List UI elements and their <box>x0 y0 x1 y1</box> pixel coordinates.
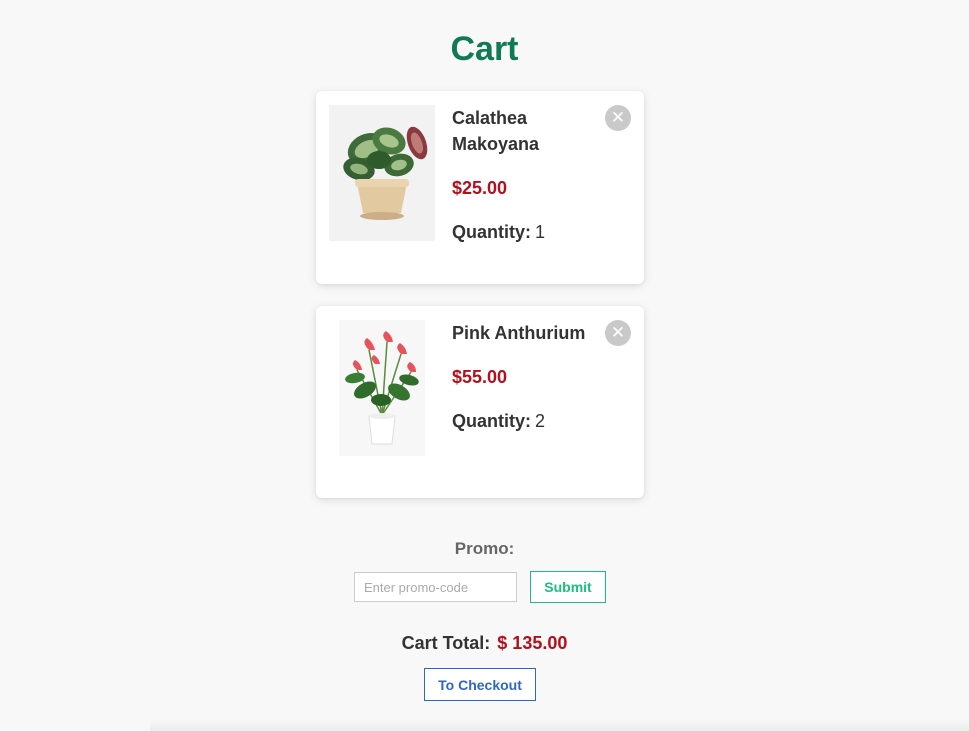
close-icon: ✕ <box>610 108 626 127</box>
cart-item: Pink Anthurium $55.00 Quantity: 2 ✕ <box>316 306 644 498</box>
item-price: $55.00 <box>452 367 508 387</box>
item-name: Calathea Makoyana <box>452 108 540 154</box>
remove-item-button[interactable]: ✕ <box>605 320 631 346</box>
close-icon: ✕ <box>610 323 626 342</box>
promo-code-input[interactable] <box>354 572 517 602</box>
quantity-label: Quantity: <box>452 411 531 431</box>
anthurium-plant-image <box>329 320 435 456</box>
promo-label: Promo: <box>454 539 515 558</box>
footer-shadow <box>150 719 969 731</box>
quantity-label: Quantity: <box>452 222 531 242</box>
cart-total-amount: $ 135.00 <box>497 633 568 653</box>
cart-page: Cart Calathea Makoyana $25.00 Quantity: … <box>0 0 969 731</box>
item-details: Calathea Makoyana $25.00 Quantity: 1 <box>452 105 592 245</box>
item-details: Pink Anthurium $55.00 Quantity: 2 <box>452 320 592 434</box>
item-price: $25.00 <box>452 178 508 198</box>
submit-promo-button[interactable]: Submit <box>530 571 606 603</box>
remove-item-button[interactable]: ✕ <box>605 105 631 131</box>
cart-total: Cart Total: $ 135.00 <box>0 631 969 655</box>
cart-item: Calathea Makoyana $25.00 Quantity: 1 ✕ <box>316 91 644 284</box>
quantity-value: 2 <box>535 411 546 431</box>
item-quantity: Quantity: 2 <box>452 408 592 434</box>
item-name: Pink Anthurium <box>452 323 586 343</box>
calathea-plant-image <box>329 105 435 241</box>
quantity-value: 1 <box>535 222 546 242</box>
item-quantity: Quantity: 1 <box>452 219 592 245</box>
checkout-button[interactable]: To Checkout <box>424 668 536 701</box>
cart-total-label: Cart Total: <box>401 633 491 653</box>
page-title: Cart <box>450 30 519 68</box>
